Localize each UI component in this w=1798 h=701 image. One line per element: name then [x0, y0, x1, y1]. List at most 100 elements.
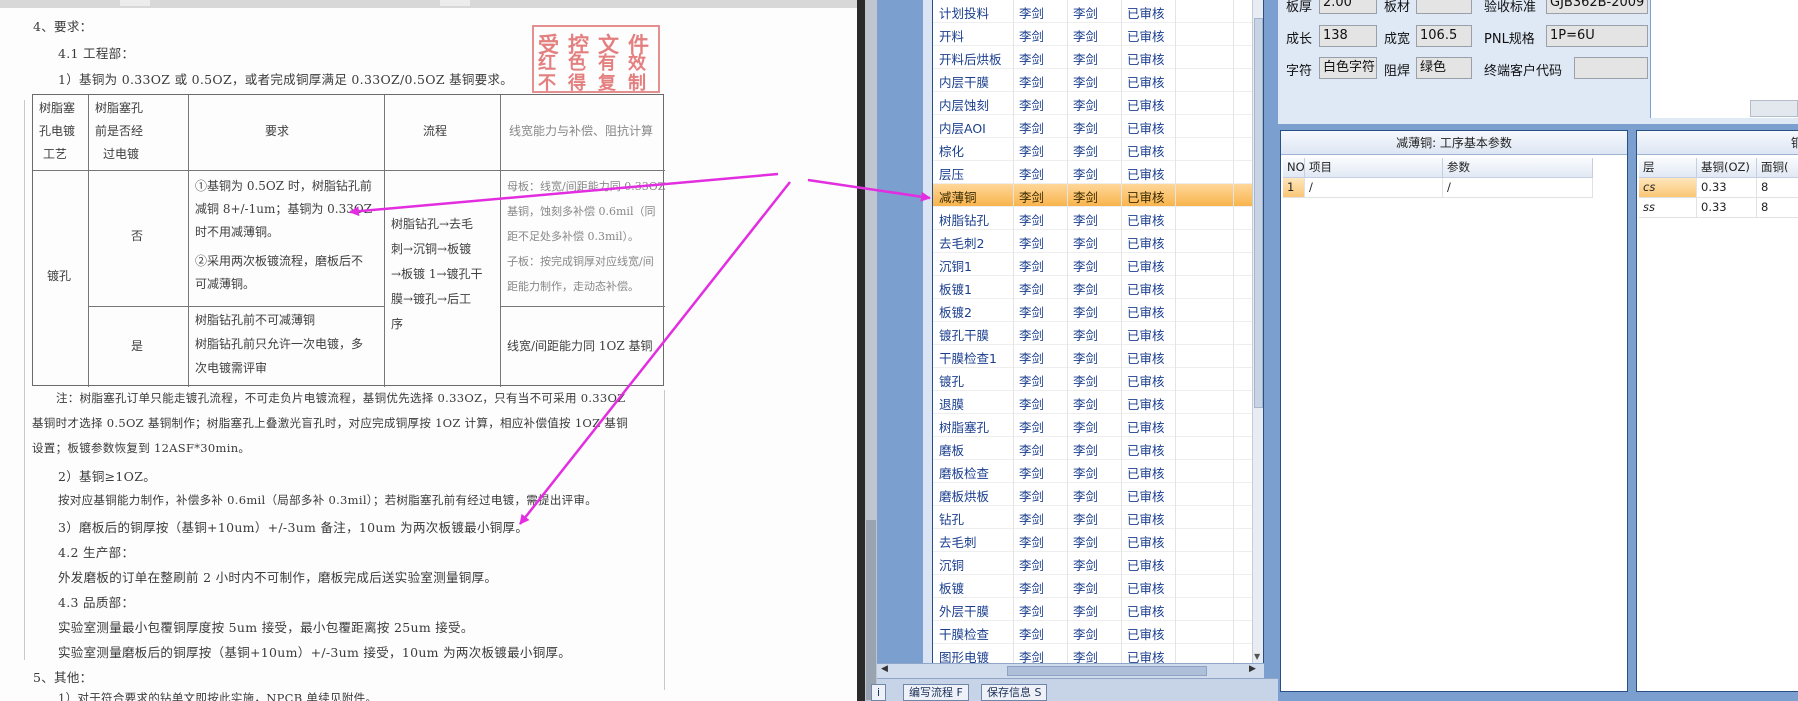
- scroll-left-icon[interactable]: ◀: [881, 664, 888, 674]
- process-row[interactable]: 内层蚀刻 李剑 李剑 已审核: [933, 92, 1253, 115]
- reviewer-cell: 李剑: [1073, 466, 1099, 481]
- process-row[interactable]: 沉铜 李剑 李剑 已审核: [933, 552, 1253, 575]
- copper-panel: 铜 层 基铜(OZ) 面铜( cs 0.33 8 ss 0.33 8: [1636, 130, 1798, 692]
- process-row[interactable]: 去毛刺 李剑 李剑 已审核: [933, 529, 1253, 552]
- process-name-cell: 磨板: [939, 443, 965, 458]
- process-row[interactable]: 干膜检查 李剑 李剑 已审核: [933, 621, 1253, 644]
- copper-row-base[interactable]: 0.33: [1697, 198, 1757, 218]
- copper-row-base[interactable]: 0.33: [1697, 178, 1757, 198]
- doc-subsection-4-1: 4.1 工程部：: [58, 46, 135, 61]
- process-row[interactable]: 板镀1 李剑 李剑 已审核: [933, 276, 1253, 299]
- table-cap-text: 距不足处多补偿 0.3mil）。: [507, 230, 639, 243]
- process-row[interactable]: 磨板烘板 李剑 李剑 已审核: [933, 483, 1253, 506]
- legend-field[interactable]: 白色字符: [1319, 57, 1377, 79]
- copper-row-face[interactable]: 8: [1757, 178, 1798, 198]
- copper-row-layer[interactable]: cs: [1639, 178, 1697, 198]
- process-horizontal-scrollbar[interactable]: ◀ ▶: [877, 663, 1264, 678]
- splitter-handle[interactable]: [923, 0, 976, 663]
- process-row[interactable]: 磨板检查 李剑 李剑 已审核: [933, 460, 1253, 483]
- copper-header-face[interactable]: 面铜(: [1757, 158, 1798, 178]
- reviewer-cell: 李剑: [1073, 213, 1099, 228]
- width-field[interactable]: 106.5: [1416, 25, 1472, 47]
- table-req-text: 时不用减薄铜。: [195, 225, 280, 239]
- copper-header-base[interactable]: 基铜(OZ): [1697, 158, 1757, 178]
- reviewer-cell: 李剑: [1073, 420, 1099, 435]
- params-header-item[interactable]: 项目: [1305, 158, 1443, 178]
- table-flow-text: →板镀 1→镀孔干: [391, 267, 483, 281]
- process-name-cell: 退膜: [939, 397, 965, 412]
- scrollbar-thumb[interactable]: [1254, 18, 1263, 408]
- process-row[interactable]: 钻孔 李剑 李剑 已审核: [933, 506, 1253, 529]
- copper-row-face[interactable]: 8: [1757, 198, 1798, 218]
- table-header-text: 工艺: [43, 147, 68, 161]
- process-row[interactable]: 减薄铜 李剑 李剑 已审核: [933, 184, 1253, 207]
- width-label: 成宽: [1384, 32, 1411, 47]
- controlled-document-stamp: 受 控 文 件 红 色 有 效 不 得 复 制: [532, 25, 660, 94]
- scrollbar-thumb[interactable]: [1007, 666, 1207, 676]
- scrollbar-thumb[interactable]: [866, 520, 876, 700]
- table-header-text: 前是否经: [95, 124, 144, 138]
- save-info-button[interactable]: 保存信息 S: [981, 684, 1048, 701]
- process-row[interactable]: 磨板 李剑 李剑 已审核: [933, 437, 1253, 460]
- process-row[interactable]: 干膜检查1 李剑 李剑 已审核: [933, 345, 1253, 368]
- process-row[interactable]: 镀孔 李剑 李剑 已审核: [933, 368, 1253, 391]
- board-thickness-field[interactable]: 2.00: [1319, 0, 1377, 14]
- process-row[interactable]: 层压 李剑 李剑 已审核: [933, 161, 1253, 184]
- process-name-cell: 计划投料: [939, 6, 990, 21]
- process-row[interactable]: 镀孔干膜 李剑 李剑 已审核: [933, 322, 1253, 345]
- tab-hidden[interactable]: i: [871, 684, 887, 701]
- process-row[interactable]: 退膜 李剑 李剑 已审核: [933, 391, 1253, 414]
- params-header-param[interactable]: 参数: [1443, 158, 1593, 178]
- copper-header-layer[interactable]: 层: [1639, 158, 1697, 178]
- params-row-param[interactable]: /: [1443, 178, 1593, 198]
- edit-flow-button[interactable]: 编写流程 F: [903, 684, 969, 701]
- process-row[interactable]: 树脂钻孔 李剑 李剑 已审核: [933, 207, 1253, 230]
- doc-line-1: 1）基铜为 0.33OZ 或 0.5OZ，或者完成铜厚满足 0.33OZ/0.5…: [58, 72, 514, 87]
- process-vertical-scrollbar[interactable]: ▼: [1252, 0, 1263, 663]
- side-box-scrollbar[interactable]: [1750, 100, 1798, 117]
- process-row[interactable]: 板镀2 李剑 李剑 已审核: [933, 299, 1253, 322]
- scroll-down-icon[interactable]: ▼: [1254, 652, 1260, 661]
- process-row[interactable]: 树脂塞孔 李剑 李剑 已审核: [933, 414, 1253, 437]
- stamp-char: 复: [598, 73, 616, 94]
- params-row-item[interactable]: /: [1305, 178, 1443, 198]
- creator-cell: 李剑: [1019, 374, 1045, 389]
- material-field[interactable]: [1416, 0, 1472, 14]
- process-row[interactable]: 开料 李剑 李剑 已审核: [933, 23, 1253, 46]
- process-row[interactable]: 外层干膜 李剑 李剑 已审核: [933, 598, 1253, 621]
- legend-label: 字符: [1286, 64, 1313, 79]
- solder-mask-field[interactable]: 绿色: [1416, 57, 1472, 79]
- params-row-no[interactable]: 1: [1283, 178, 1305, 198]
- status-cell: 已审核: [1127, 6, 1165, 21]
- process-name-cell: 开料后烘板: [939, 52, 1002, 67]
- length-field[interactable]: 138: [1319, 25, 1377, 47]
- reviewer-cell: 李剑: [1073, 558, 1099, 573]
- status-cell: 已审核: [1127, 581, 1165, 596]
- reviewer-cell: 李剑: [1073, 397, 1099, 412]
- process-name-cell: 沉铜: [939, 558, 965, 573]
- process-name-cell: 去毛刺2: [939, 236, 985, 251]
- process-row[interactable]: 图形电镀 李剑 李剑 已审核: [933, 644, 1253, 663]
- customer-code-field[interactable]: [1574, 57, 1648, 79]
- scroll-right-icon[interactable]: ▶: [1249, 664, 1256, 674]
- process-row[interactable]: 沉铜1 李剑 李剑 已审核: [933, 253, 1253, 276]
- process-row[interactable]: 内层干膜 李剑 李剑 已审核: [933, 69, 1253, 92]
- status-cell: 已审核: [1127, 259, 1165, 274]
- process-name-cell: 去毛刺: [939, 535, 977, 550]
- process-row[interactable]: 板镀 李剑 李剑 已审核: [933, 575, 1253, 598]
- table-no-label: 否: [131, 229, 144, 243]
- table-header-text: 线宽能力与补偿、阻抗计算: [509, 124, 654, 138]
- table-flow-text: 刺→沉铜→板镀: [391, 242, 472, 256]
- reviewer-cell: 李剑: [1073, 650, 1099, 663]
- copper-row-layer[interactable]: ss: [1639, 198, 1697, 218]
- process-name-cell: 树脂钻孔: [939, 213, 990, 228]
- process-row[interactable]: 开料后烘板 李剑 李剑 已审核: [933, 46, 1253, 69]
- process-row[interactable]: 去毛刺2 李剑 李剑 已审核: [933, 230, 1253, 253]
- document-scrollbar[interactable]: [865, 0, 877, 701]
- process-row[interactable]: 棕化 李剑 李剑 已审核: [933, 138, 1253, 161]
- pnl-field[interactable]: 1P=6U: [1546, 25, 1648, 47]
- params-header-no[interactable]: NO: [1283, 158, 1305, 178]
- process-row[interactable]: 计划投料 李剑 李剑 已审核: [933, 0, 1253, 23]
- acceptance-field[interactable]: GJB362B-2009: [1546, 0, 1648, 14]
- process-row[interactable]: 内层AOI 李剑 李剑 已审核: [933, 115, 1253, 138]
